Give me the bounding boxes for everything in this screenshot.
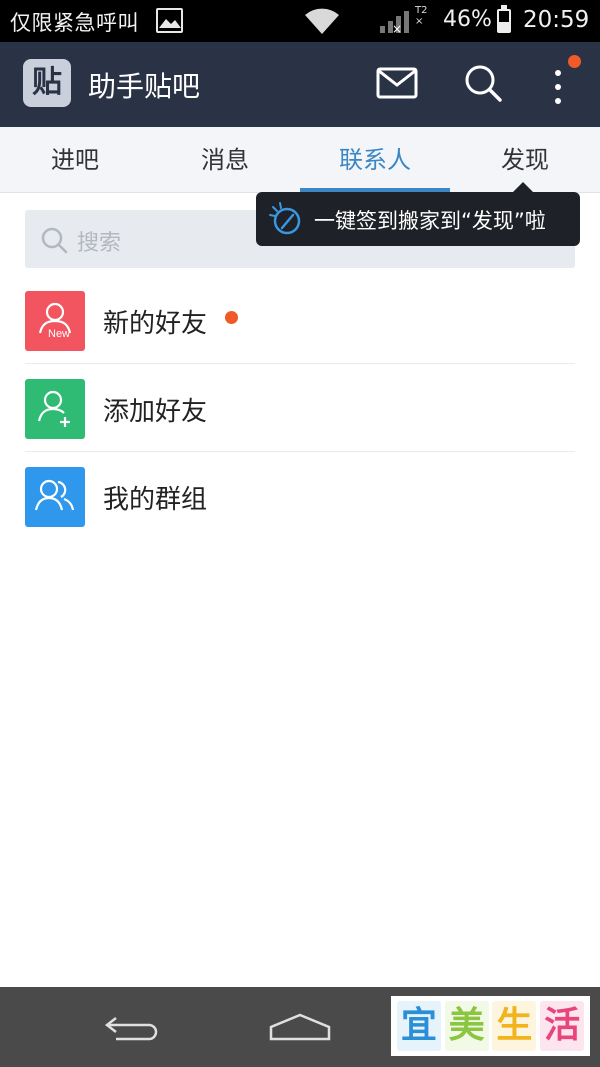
group-icon	[25, 467, 85, 527]
tab-bar: 进吧 消息 联系人 发现	[0, 127, 600, 193]
image-notification-icon	[156, 8, 183, 33]
list-label: 添加好友	[103, 397, 208, 427]
mail-icon	[376, 67, 418, 99]
back-icon	[104, 1017, 158, 1041]
search-placeholder: 搜索	[77, 231, 122, 256]
new-friend-icon: New	[25, 291, 85, 351]
watermark-logo: 宜 美 生 活	[391, 996, 590, 1056]
app-logo: 贴	[23, 59, 71, 107]
tab-messages[interactable]: 消息	[150, 127, 300, 193]
watermark-char: 生	[492, 1001, 537, 1051]
battery-fill	[499, 21, 509, 31]
search-button[interactable]	[463, 63, 503, 103]
clock: 20:59	[523, 7, 590, 33]
unread-dot	[225, 311, 238, 324]
more-icon-dot	[555, 84, 561, 90]
network-tag: T2 ×	[415, 5, 428, 27]
tab-jinba[interactable]: 进吧	[0, 127, 150, 193]
search-icon	[41, 227, 68, 254]
status-bar: 仅限紧急呼叫 × T2 × 46% 20:59	[0, 0, 600, 42]
home-icon	[269, 1013, 331, 1041]
mail-button[interactable]	[376, 67, 418, 99]
checkin-icon	[269, 202, 301, 235]
add-friend-icon	[25, 379, 85, 439]
new-badge-text: New	[48, 328, 70, 340]
more-icon	[555, 70, 561, 76]
home-button[interactable]	[268, 1011, 332, 1047]
search-icon	[465, 65, 502, 102]
battery-icon	[497, 5, 511, 33]
app-title: 助手贴吧	[88, 70, 201, 103]
carrier-text: 仅限紧急呼叫	[10, 11, 139, 35]
back-button[interactable]	[104, 1012, 162, 1046]
battery-percent: 46%	[443, 7, 492, 32]
tab-contacts[interactable]: 联系人	[300, 127, 450, 193]
list-item-new-friends[interactable]: New 新的好友	[0, 276, 600, 364]
list-label: 新的好友	[103, 309, 208, 339]
list-label: 我的群组	[103, 485, 208, 515]
discover-tooltip[interactable]: 一键签到搬家到“发现”啦	[256, 182, 580, 246]
wifi-icon	[303, 7, 341, 39]
watermark-char: 美	[444, 1001, 489, 1051]
tooltip-text: 一键签到搬家到“发现”啦	[314, 209, 546, 233]
list-item-add-friend[interactable]: 添加好友	[0, 364, 600, 452]
app-bar: 贴 助手贴吧	[0, 42, 600, 127]
svg-text:×: ×	[392, 22, 402, 34]
more-icon-dot	[555, 98, 561, 104]
notification-dot	[568, 55, 581, 68]
signal-icon: ×	[378, 8, 412, 38]
watermark-char: 宜	[396, 1001, 441, 1051]
list-item-my-groups[interactable]: 我的群组	[0, 452, 600, 540]
watermark-char: 活	[540, 1001, 585, 1051]
more-button[interactable]	[548, 60, 568, 108]
